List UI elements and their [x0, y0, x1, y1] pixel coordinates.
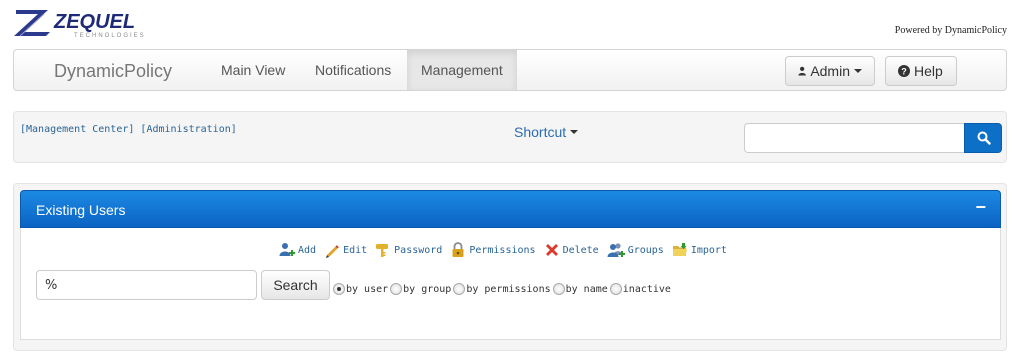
- caret-down-icon: [570, 130, 579, 134]
- key-icon: [376, 244, 389, 257]
- search-icon: [977, 131, 991, 145]
- shortcut-label: Shortcut: [514, 124, 567, 140]
- user-add-icon: [279, 243, 295, 256]
- add-label: Add: [298, 244, 317, 256]
- group-icon: [607, 243, 625, 257]
- groups-action[interactable]: Groups: [607, 242, 664, 258]
- filter-by-permissions[interactable]: by permissions: [453, 283, 551, 295]
- radio-by-name[interactable]: [552, 283, 565, 295]
- filter-label: inactive: [622, 283, 671, 295]
- existing-users-panel: Existing Users − Add Edit Password Permi…: [13, 183, 1007, 351]
- filter-label: by group: [403, 283, 452, 295]
- user-icon: [798, 66, 806, 76]
- breadcrumb-management-center[interactable]: [Management Center]: [20, 124, 134, 135]
- top-search-button[interactable]: [964, 123, 1002, 153]
- toolbar-panel: [Management Center] [Administration] Sho…: [13, 111, 1007, 163]
- user-actions: Add Edit Password Permissions Delete Gro…: [279, 242, 727, 258]
- nav-notifications[interactable]: Notifications: [301, 50, 405, 90]
- existing-users-body: Add Edit Password Permissions Delete Gro…: [20, 228, 1001, 340]
- nav-management[interactable]: Management: [407, 50, 517, 90]
- admin-dropdown-button[interactable]: Admin: [785, 56, 875, 86]
- filter-label: by user: [346, 283, 389, 295]
- edit-label: Edit: [343, 244, 368, 256]
- search-button[interactable]: Search: [261, 270, 330, 300]
- password-label: Password: [394, 244, 443, 256]
- navbar: DynamicPolicy Main View Notifications Ma…: [13, 49, 1007, 91]
- existing-users-header: Existing Users −: [20, 190, 1001, 228]
- panel-title: Existing Users: [36, 202, 126, 218]
- svg-text:?: ?: [901, 67, 907, 77]
- delete-x-icon: [545, 244, 558, 256]
- delete-label: Delete: [562, 244, 599, 256]
- breadcrumb-administration[interactable]: [Administration]: [140, 124, 236, 135]
- import-label: Import: [690, 244, 727, 256]
- search-filter-options: by user by group by permissions by name …: [333, 283, 673, 295]
- filter-by-name[interactable]: by name: [552, 283, 608, 295]
- radio-by-user[interactable]: [333, 283, 345, 295]
- groups-label: Groups: [627, 244, 664, 256]
- lock-icon: [452, 242, 464, 257]
- radio-by-group[interactable]: [390, 283, 403, 295]
- brand[interactable]: DynamicPolicy: [54, 61, 172, 82]
- filter-by-user[interactable]: by user: [333, 283, 388, 295]
- user-search-input[interactable]: [36, 270, 257, 300]
- import-action[interactable]: Import: [672, 242, 727, 258]
- folder-import-icon: [672, 243, 687, 256]
- logo-text: ZEQUEL: [53, 11, 135, 33]
- help-button[interactable]: ? Help: [885, 56, 957, 86]
- radio-inactive[interactable]: [609, 283, 622, 295]
- filter-inactive[interactable]: inactive: [609, 283, 671, 295]
- zequel-logo: ZEQUEL TECHNOLOGIES: [14, 6, 184, 40]
- question-circle-icon: ?: [898, 65, 910, 77]
- logo-subtext: TECHNOLOGIES: [74, 33, 146, 39]
- radio-by-permissions[interactable]: [453, 283, 466, 295]
- filter-by-group[interactable]: by group: [390, 283, 451, 295]
- edit-user-action[interactable]: Edit: [324, 242, 367, 258]
- permissions-action[interactable]: Permissions: [450, 242, 536, 258]
- filter-label: by name: [565, 283, 608, 295]
- permissions-label: Permissions: [469, 244, 536, 256]
- admin-label: Admin: [810, 63, 850, 79]
- password-action[interactable]: Password: [375, 242, 442, 258]
- help-label: Help: [914, 63, 943, 79]
- powered-by: Powered by DynamicPolicy: [894, 25, 1007, 36]
- shortcut-dropdown[interactable]: Shortcut: [514, 124, 579, 140]
- delete-action[interactable]: Delete: [544, 242, 599, 258]
- filter-label: by permissions: [466, 283, 551, 295]
- nav-main-view[interactable]: Main View: [207, 50, 299, 90]
- caret-down-icon: [854, 69, 862, 73]
- breadcrumb: [Management Center] [Administration]: [20, 124, 237, 135]
- pencil-icon: [326, 245, 339, 258]
- collapse-icon[interactable]: −: [975, 197, 986, 218]
- add-user-action[interactable]: Add: [279, 242, 316, 258]
- top-search-input[interactable]: [744, 123, 965, 153]
